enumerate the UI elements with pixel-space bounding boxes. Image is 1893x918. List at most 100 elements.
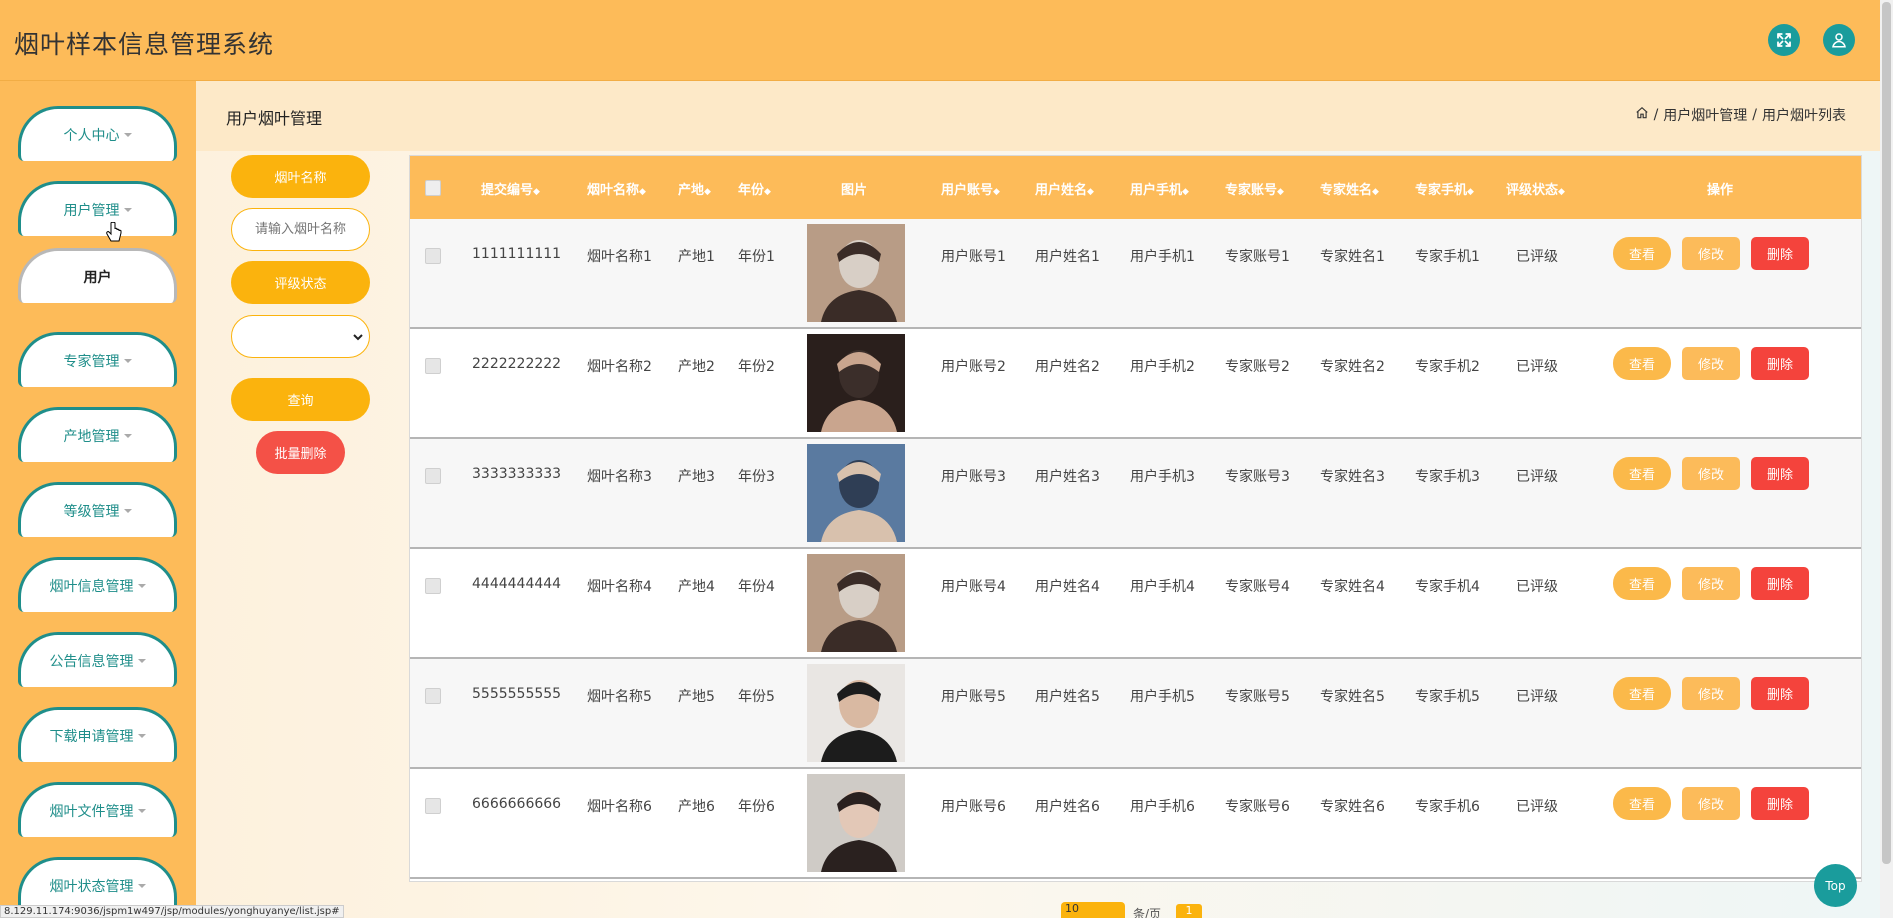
breadcrumb-item-current: 用户烟叶列表 [1762, 108, 1846, 124]
top-header: 烟叶样本信息管理系统 [0, 0, 1880, 81]
column-header-year[interactable]: 年份◆ [738, 179, 771, 198]
query-button[interactable]: 查询 [231, 378, 370, 421]
leaf-image-thumbnail[interactable] [807, 334, 905, 432]
row-checkbox[interactable] [425, 688, 441, 704]
fullscreen-icon[interactable] [1768, 24, 1800, 56]
edit-button[interactable]: 修改 [1682, 787, 1740, 820]
edit-button[interactable]: 修改 [1682, 677, 1740, 710]
row-checkbox[interactable] [425, 578, 441, 594]
view-button[interactable]: 查看 [1613, 787, 1671, 820]
sidebar-item-leaf-file-management[interactable]: 烟叶文件管理 [18, 782, 177, 837]
cell-rating-status: 已评级 [1516, 359, 1558, 375]
table-row: 3333333333 烟叶名称3 产地3 年份3 用户账号3 用户姓名3 用户手机3 专家账号… [410, 439, 1861, 549]
view-button[interactable]: 查看 [1613, 237, 1671, 270]
chevron-down-icon [123, 208, 132, 212]
leaf-image-thumbnail[interactable] [807, 774, 905, 872]
back-to-top-button[interactable]: Top [1814, 864, 1857, 907]
delete-button[interactable]: 删除 [1751, 567, 1809, 600]
sidebar-item-personal-center[interactable]: 个人中心 [18, 106, 177, 161]
chevron-down-icon [353, 333, 363, 340]
cell-user-phone: 用户手机2 [1130, 359, 1195, 375]
column-header-expert-phone[interactable]: 专家手机◆ [1415, 179, 1474, 198]
cell-rating-status: 已评级 [1516, 249, 1558, 265]
view-button[interactable]: 查看 [1613, 677, 1671, 710]
delete-button[interactable]: 删除 [1751, 457, 1809, 490]
column-header-origin[interactable]: 产地◆ [678, 179, 711, 198]
sidebar-item-download-management[interactable]: 下载申请管理 [18, 707, 177, 762]
cell-user-name: 用户姓名2 [1035, 359, 1100, 375]
view-button[interactable]: 查看 [1613, 457, 1671, 490]
column-header-rating-status[interactable]: 评级状态◆ [1506, 179, 1565, 198]
sidebar-item-label: 产地管理 [63, 429, 120, 445]
leaf-image-thumbnail[interactable] [807, 664, 905, 762]
leaf-image-thumbnail[interactable] [807, 224, 905, 322]
delete-button[interactable]: 删除 [1751, 347, 1809, 380]
column-header-user-name[interactable]: 用户姓名◆ [1035, 179, 1094, 198]
table-row: 4444444444 烟叶名称4 产地4 年份4 用户账号4 用户姓名4 用户手机4 专家账号… [410, 549, 1861, 659]
chevron-down-icon [123, 359, 132, 363]
home-icon[interactable] [1635, 106, 1649, 124]
row-checkbox[interactable] [425, 798, 441, 814]
edit-button[interactable]: 修改 [1682, 347, 1740, 380]
sidebar-item-grade-management[interactable]: 等级管理 [18, 482, 177, 537]
cell-submit-id: 1111111111 [472, 246, 562, 262]
column-header-user-phone[interactable]: 用户手机◆ [1130, 179, 1189, 198]
vertical-scrollbar[interactable] [1880, 0, 1893, 918]
page-number-button[interactable]: 1 [1176, 904, 1202, 918]
sidebar-subitem-user[interactable]: 用户 [18, 248, 177, 303]
sidebar-item-label: 烟叶文件管理 [49, 804, 134, 820]
cell-user-account: 用户账号6 [941, 799, 1006, 815]
cell-user-phone: 用户手机5 [1130, 689, 1195, 705]
cell-expert-phone: 专家手机5 [1415, 689, 1480, 705]
cell-year: 年份4 [738, 579, 775, 595]
column-header-user-account[interactable]: 用户账号◆ [941, 179, 1000, 198]
column-header-id[interactable]: 提交编号◆ [481, 179, 540, 198]
row-checkbox[interactable] [425, 468, 441, 484]
sidebar: 个人中心 用户管理 用户 专家管理 产地管理 等级管理 烟叶信息管理 公告信息管… [0, 81, 196, 918]
select-all-checkbox[interactable] [425, 180, 441, 196]
sidebar-item-expert-management[interactable]: 专家管理 [18, 332, 177, 387]
cell-leaf-name: 烟叶名称4 [587, 579, 652, 595]
sidebar-item-leaf-info-management[interactable]: 烟叶信息管理 [18, 557, 177, 612]
column-header-image: 图片 [841, 183, 868, 198]
cell-user-name: 用户姓名3 [1035, 469, 1100, 485]
cell-expert-name: 专家姓名6 [1320, 799, 1385, 815]
cell-expert-phone: 专家手机4 [1415, 579, 1480, 595]
column-header-expert-account[interactable]: 专家账号◆ [1225, 179, 1284, 198]
view-button[interactable]: 查看 [1613, 567, 1671, 600]
batch-delete-button[interactable]: 批量删除 [256, 431, 345, 474]
row-checkbox[interactable] [425, 248, 441, 264]
page-size-select[interactable]: 10 [1061, 902, 1125, 918]
delete-button[interactable]: 删除 [1751, 787, 1809, 820]
view-button[interactable]: 查看 [1613, 347, 1671, 380]
table-row: 1111111111 烟叶名称1 产地1 年份1 用户账号1 用户姓名1 用户手机1 专家账号… [410, 219, 1861, 329]
cell-expert-account: 专家账号1 [1225, 249, 1290, 265]
edit-button[interactable]: 修改 [1682, 567, 1740, 600]
leaf-name-input[interactable] [231, 208, 370, 251]
edit-button[interactable]: 修改 [1682, 237, 1740, 270]
sidebar-item-user-management[interactable]: 用户管理 [18, 181, 177, 236]
cell-origin: 产地2 [678, 359, 715, 375]
sidebar-item-label: 等级管理 [63, 504, 120, 520]
column-header-expert-name[interactable]: 专家姓名◆ [1320, 179, 1379, 198]
breadcrumb-item[interactable]: 用户烟叶管理 [1663, 105, 1747, 125]
cell-expert-phone: 专家手机2 [1415, 359, 1480, 375]
cell-leaf-name: 烟叶名称6 [587, 799, 652, 815]
row-checkbox[interactable] [425, 358, 441, 374]
page-title: 用户烟叶管理 [226, 109, 323, 128]
delete-button[interactable]: 删除 [1751, 677, 1809, 710]
cell-leaf-name: 烟叶名称1 [587, 249, 652, 265]
column-header-name[interactable]: 烟叶名称◆ [587, 179, 646, 198]
edit-button[interactable]: 修改 [1682, 457, 1740, 490]
rating-status-select[interactable] [231, 315, 370, 358]
leaf-image-thumbnail[interactable] [807, 554, 905, 652]
delete-button[interactable]: 删除 [1751, 237, 1809, 270]
cell-user-account: 用户账号5 [941, 689, 1006, 705]
sidebar-item-notice-management[interactable]: 公告信息管理 [18, 632, 177, 687]
user-icon[interactable] [1823, 24, 1855, 56]
cell-user-account: 用户账号2 [941, 359, 1006, 375]
table-row: 6666666666 烟叶名称6 产地6 年份6 用户账号6 用户姓名6 用户手机6 专家账号… [410, 769, 1861, 879]
sidebar-item-leaf-status-management[interactable]: 烟叶状态管理 [18, 857, 177, 912]
leaf-image-thumbnail[interactable] [807, 444, 905, 542]
sidebar-item-origin-management[interactable]: 产地管理 [18, 407, 177, 462]
